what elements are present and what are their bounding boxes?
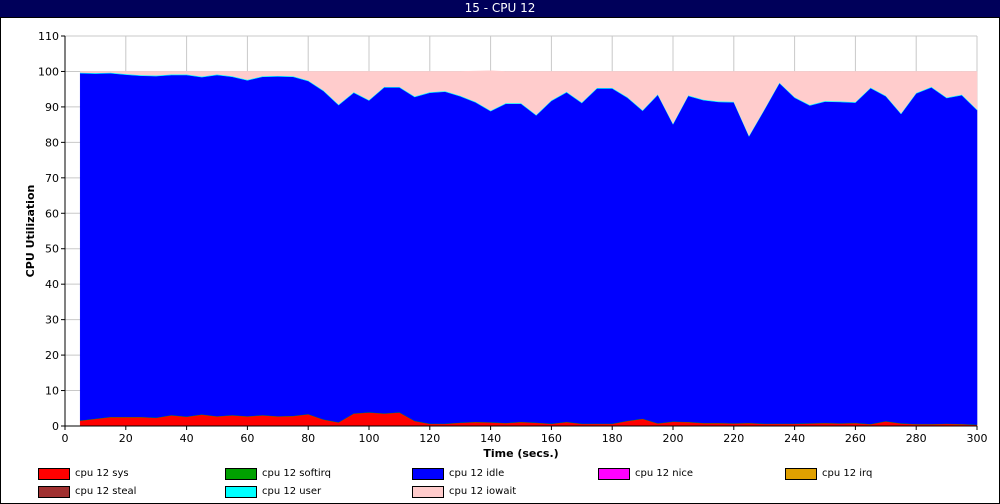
y-tick-label: 50: [45, 243, 59, 256]
legend-swatch: [412, 468, 444, 480]
legend-label: cpu 12 softirq: [262, 468, 331, 479]
y-tick-label: 60: [45, 207, 59, 220]
x-tick-label: 100: [359, 432, 380, 445]
window-title: 15 - CPU 12: [0, 0, 1000, 17]
legend-label: cpu 12 nice: [635, 468, 694, 479]
x-tick-label: 60: [240, 432, 254, 445]
x-tick-label: 300: [967, 432, 988, 445]
x-tick-label: 140: [480, 432, 501, 445]
legend-swatch: [598, 468, 630, 480]
legend-label: cpu 12 steal: [75, 486, 137, 497]
y-tick-label: 40: [45, 278, 59, 291]
legend-swatch: [38, 486, 70, 498]
x-tick-label: 0: [62, 432, 69, 445]
cpu-utilization-chart: 0 10 20 30 40 50 60 70 80 90 100 110 0 20 40 60 80 100 120…: [0, 17, 1000, 504]
legend-swatch: [225, 468, 257, 480]
y-tick-label: 90: [45, 101, 59, 114]
legend-label: cpu 12 user: [262, 486, 322, 497]
y-tick-label: 100: [38, 65, 59, 78]
x-tick-label: 180: [602, 432, 623, 445]
x-tick-label: 20: [119, 432, 133, 445]
legend-swatch: [412, 486, 444, 498]
x-tick-label: 260: [845, 432, 866, 445]
plot-area: 0 10 20 30 40 50 60 70 80 90 100 110 0 20 40 60 80 100 120…: [24, 30, 988, 460]
x-tick-label: 280: [906, 432, 927, 445]
y-tick-label: 70: [45, 172, 59, 185]
y-tick-label: 80: [45, 136, 59, 149]
area-cpu-12-idle: [79, 72, 978, 425]
y-axis-label: CPU Utilization: [24, 185, 37, 278]
legend-label: cpu 12 idle: [449, 468, 505, 479]
legend-label: cpu 12 irq: [822, 468, 873, 479]
legend-label: cpu 12 sys: [75, 468, 129, 479]
legend-swatch: [38, 468, 70, 480]
legend-label: cpu 12 iowait: [449, 486, 517, 497]
legend-swatch: [225, 486, 257, 498]
x-tick-label: 80: [301, 432, 315, 445]
y-tick-label: 30: [45, 314, 59, 327]
x-tick-label: 160: [541, 432, 562, 445]
y-tick-label: 110: [38, 30, 59, 43]
y-tick-label: 0: [52, 420, 59, 433]
x-tick-label: 240: [784, 432, 805, 445]
x-tick-label: 220: [723, 432, 744, 445]
x-tick-label: 120: [419, 432, 440, 445]
legend-swatch: [785, 468, 817, 480]
x-tick-label: 200: [663, 432, 684, 445]
x-axis-label: Time (secs.): [483, 447, 558, 460]
y-tick-label: 20: [45, 349, 59, 362]
x-tick-label: 40: [180, 432, 194, 445]
series-areas: [79, 70, 978, 427]
y-tick-label: 10: [45, 385, 59, 398]
